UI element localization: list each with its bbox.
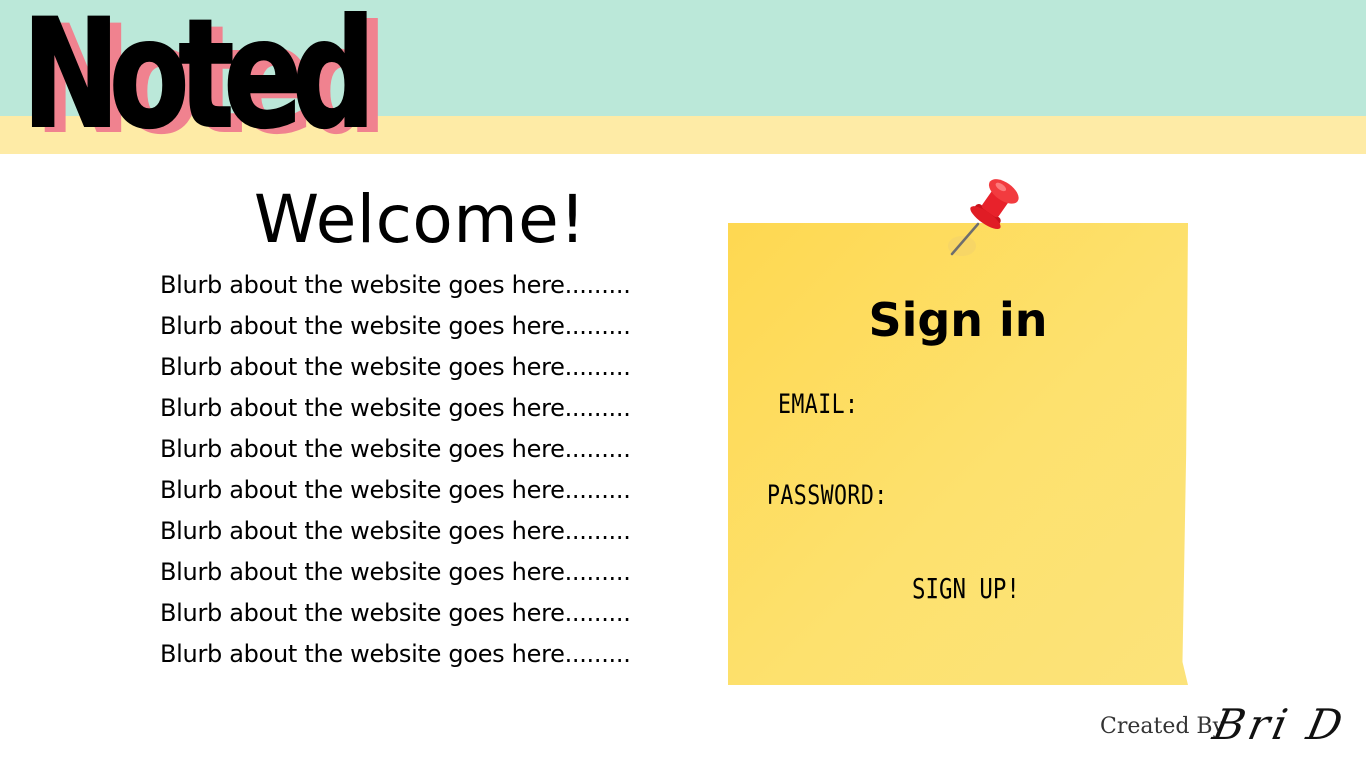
created-by-label: Created By	[1100, 714, 1226, 739]
pushpin-icon	[948, 179, 1019, 256]
email-field[interactable]: EMAIL:	[778, 390, 858, 420]
signin-title: Sign in	[868, 293, 1048, 347]
blurb-line: Blurb about the website goes here.......…	[160, 558, 631, 586]
logo-text: Noted	[21, 0, 376, 162]
blurb-line: Blurb about the website goes here.......…	[160, 353, 631, 381]
password-field[interactable]: PASSWORD:	[767, 481, 888, 511]
blurb-line: Blurb about the website goes here.......…	[160, 312, 631, 340]
blurb-line: Blurb about the website goes here.......…	[160, 476, 631, 504]
blurb-line: Blurb about the website goes here.......…	[160, 599, 631, 627]
blurb-line: Blurb about the website goes here.......…	[160, 271, 631, 299]
sign-up-link[interactable]: SIGN UP!	[912, 574, 1020, 604]
blurb-line: Blurb about the website goes here.......…	[160, 435, 631, 463]
blurb-line: Blurb about the website goes here.......…	[160, 517, 631, 545]
logo[interactable]: Noted Noted	[21, 0, 387, 160]
blurb-list: Blurb about the website goes here.......…	[160, 265, 700, 675]
blurb-line: Blurb about the website goes here.......…	[160, 394, 631, 422]
author-signature: Bri D	[1208, 700, 1351, 749]
welcome-heading: Welcome!	[253, 181, 587, 258]
blurb-line: Blurb about the website goes here.......…	[160, 640, 631, 668]
